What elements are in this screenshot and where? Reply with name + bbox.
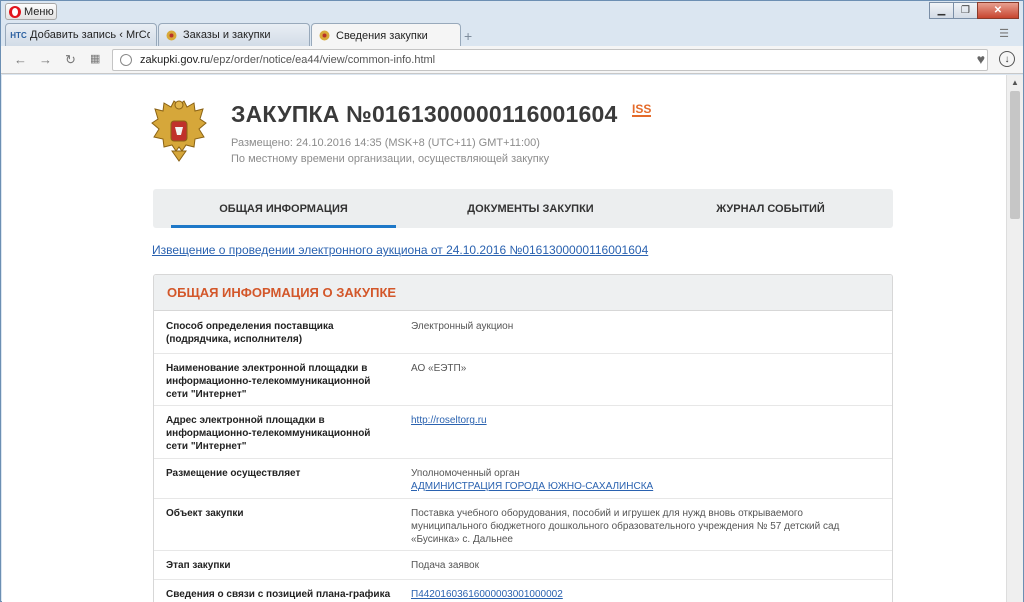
back-arrow-icon[interactable]: ←	[14, 52, 27, 67]
notice-link[interactable]: Извещение о проведении электронного аукц…	[152, 243, 648, 257]
row-label: Способ определения поставщика (подрядчик…	[166, 321, 334, 345]
heart-bookmark-icon[interactable]: ♥	[977, 51, 985, 67]
page-viewport: ЗАКУПКА №0161300000116001604 ISS Размеще…	[2, 75, 1006, 602]
table-row: Способ определения поставщика (подрядчик…	[154, 312, 892, 354]
tab-documents[interactable]: ДОКУМЕНТЫ ЗАКУПКИ	[418, 189, 643, 228]
window-controls: ▁ ❐ ✕	[929, 2, 1019, 19]
row-value: АО «ЕЭТП»	[411, 363, 467, 374]
url-host: zakupki.gov.ru	[140, 54, 211, 66]
row-label: Объект закупки	[166, 508, 244, 519]
row-value: Подача заявок	[411, 560, 479, 571]
maximize-icon[interactable]: ❐	[953, 2, 978, 19]
browser-tab-1[interactable]: НТС Добавить запись ‹ MrCoa	[5, 23, 157, 46]
browser-tab-2[interactable]: Заказы и закупки	[158, 23, 310, 46]
row-label: Сведения о связи с позицией плана-график…	[166, 589, 391, 600]
download-icon[interactable]: ↓	[999, 51, 1015, 67]
tab-label: Сведения закупки	[336, 29, 428, 42]
row-value: http://roseltorg.ru	[411, 414, 881, 427]
plan-schedule-link[interactable]: П44201603616000003001000002	[411, 589, 563, 600]
scroll-up-arrow-icon[interactable]: ▲	[1011, 78, 1019, 87]
row-label: Этап закупки	[166, 560, 231, 571]
coat-of-arms-icon	[150, 99, 208, 165]
browser-window: Меню ▁ ❐ ✕ НТС Добавить запись ‹ MrCoa З…	[0, 0, 1024, 602]
page-title: ЗАКУПКА №0161300000116001604	[231, 101, 618, 127]
url-path: /epz/order/notice/ea44/view/common-info.…	[210, 54, 436, 66]
table-row: Адрес электронной площадки в информацион…	[154, 406, 892, 459]
emblem-favicon-icon	[318, 29, 331, 42]
table-row: Сведения о связи с позицией плана-график…	[154, 580, 892, 602]
row-label: Наименование электронной площадки в инфо…	[166, 363, 371, 400]
table-row: Размещение осуществляет Уполномоченный о…	[154, 459, 892, 499]
section-title: ОБЩАЯ ИНФОРМАЦИЯ О ЗАКУПКЕ	[154, 275, 892, 311]
local-time-note: По местному времени организации, осущест…	[231, 153, 550, 165]
address-bar[interactable]: zakupki.gov.ru/epz/order/notice/ea44/vie…	[112, 49, 988, 71]
opera-logo-icon	[9, 5, 21, 18]
tab-menu-icon[interactable]: ☰	[999, 27, 1009, 40]
address-toolbar: ← → ↻ ▦ zakupki.gov.ru/epz/order/notice/…	[1, 46, 1023, 74]
iss-logo[interactable]: ISS	[632, 103, 652, 117]
table-row: Объект закупки Поставка учебного оборудо…	[154, 499, 892, 551]
url-text: zakupki.gov.ru/epz/order/notice/ea44/vie…	[140, 54, 435, 66]
table-row: Этап закупки Подача заявок	[154, 551, 892, 580]
row-label: Адрес электронной площадки в информацион…	[166, 415, 371, 452]
new-tab-plus-icon[interactable]: +	[464, 28, 472, 44]
row-value: П44201603616000003001000002	[411, 588, 881, 601]
posted-date: Размещено: 24.10.2016 14:35 (MSK+8 (UTC+…	[231, 137, 540, 149]
row-value: Поставка учебного оборудования, пособий …	[411, 508, 840, 545]
tab-label: Добавить запись ‹ MrCoa	[30, 29, 150, 41]
tab-general-info[interactable]: ОБЩАЯ ИНФОРМАЦИЯ	[171, 189, 396, 228]
title-bar: Меню ▁ ❐ ✕	[1, 1, 1023, 21]
opera-menu-button[interactable]: Меню	[5, 3, 57, 20]
scroll-thumb[interactable]	[1010, 91, 1020, 219]
reload-icon[interactable]: ↻	[65, 52, 76, 68]
tab-bar: НТС Добавить запись ‹ MrCoa Заказы и зак…	[1, 22, 1023, 47]
row-value: Электронный аукцион	[411, 321, 514, 332]
page-tabs: ОБЩАЯ ИНФОРМАЦИЯ ДОКУМЕНТЫ ЗАКУПКИ ЖУРНА…	[153, 189, 893, 228]
row-label: Размещение осуществляет	[166, 468, 301, 479]
organizer-link[interactable]: АДМИНИСТРАЦИЯ ГОРОДА ЮЖНО-САХАЛИНСКА	[411, 481, 653, 492]
platform-url-link[interactable]: http://roseltorg.ru	[411, 415, 487, 426]
general-info-card: ОБЩАЯ ИНФОРМАЦИЯ О ЗАКУПКЕ Способ опреде…	[153, 274, 893, 602]
tab-label: Заказы и закупки	[183, 29, 271, 41]
forward-arrow-icon[interactable]: →	[39, 52, 52, 67]
tab-event-log[interactable]: ЖУРНАЛ СОБЫТИЙ	[658, 189, 883, 228]
minimize-icon[interactable]: ▁	[929, 2, 954, 19]
tab-favicon: НТС	[10, 30, 27, 40]
vertical-scrollbar[interactable]: ▲	[1006, 75, 1023, 602]
emblem-favicon-icon	[165, 29, 178, 42]
browser-tab-3-active[interactable]: Сведения закупки	[311, 23, 461, 47]
globe-icon	[120, 54, 132, 66]
row-value: Уполномоченный орган АДМИНИСТРАЦИЯ ГОРОД…	[411, 467, 881, 493]
speed-dial-grid-icon[interactable]: ▦	[90, 52, 100, 65]
table-row: Наименование электронной площадки в инфо…	[154, 354, 892, 406]
close-window-icon[interactable]: ✕	[977, 2, 1019, 19]
organizer-type: Уполномоченный орган	[411, 468, 520, 479]
menu-label: Меню	[24, 5, 54, 18]
